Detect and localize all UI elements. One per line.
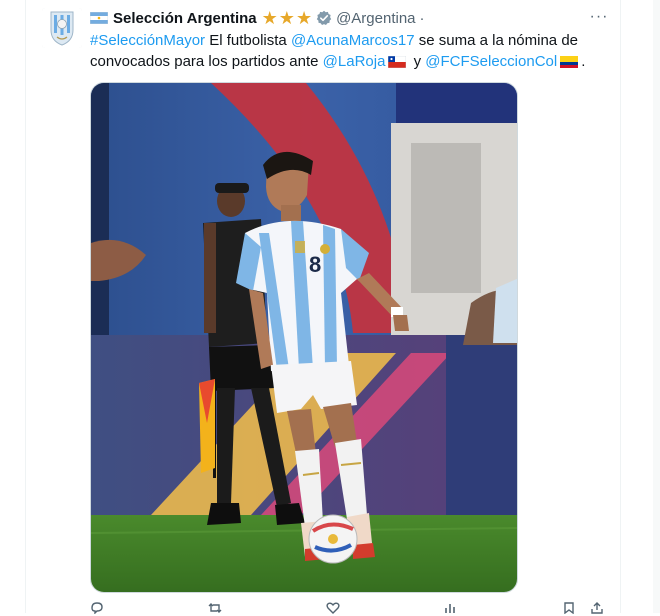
timeline-divider-left — [25, 0, 26, 613]
views-icon — [445, 604, 455, 613]
star-icon: ★ — [261, 8, 278, 28]
mention-player-link[interactable]: @AcunaMarcos17 — [291, 32, 415, 49]
author-handle[interactable]: @Argentina — [336, 10, 415, 27]
like-icon — [326, 602, 340, 614]
star-icon: ★ — [295, 8, 313, 28]
reply-button[interactable] — [90, 602, 112, 614]
retweet-icon — [208, 603, 222, 613]
bookmark-button[interactable] — [562, 602, 584, 614]
timeline-divider-right — [620, 0, 621, 613]
reply-icon — [91, 602, 103, 614]
mention-chile-link[interactable]: @LaRoja — [323, 53, 386, 70]
author-display-name[interactable]: Selección Argentina — [113, 10, 257, 27]
colombia-flag-icon — [560, 56, 579, 68]
hashtag-link[interactable]: #SelecciónMayor — [90, 32, 205, 49]
tweet-header: Selección Argentina ★ ★ ★ @Argentina · — [90, 8, 425, 28]
adjacent-column-edge — [653, 0, 660, 613]
more-options-button[interactable]: ··· — [588, 8, 610, 28]
star-icon: ★ — [278, 8, 295, 28]
avatar[interactable] — [42, 8, 82, 48]
like-button[interactable] — [326, 602, 348, 614]
bookmark-icon — [564, 602, 574, 614]
tweet-text: #SelecciónMayor El futbolista @AcunaMarc… — [90, 30, 610, 72]
afa-crest-icon — [42, 8, 82, 48]
star-badges: ★ ★ ★ — [262, 9, 313, 27]
tweet-card[interactable]: Selección Argentina ★ ★ ★ @Argentina · ·… — [0, 0, 660, 616]
verified-badge-icon[interactable] — [316, 10, 332, 26]
text-segment: y — [409, 53, 426, 70]
header-separator: · — [419, 9, 425, 27]
player-photo: 8 — [91, 83, 517, 592]
argentina-flag-icon — [90, 12, 108, 24]
shirt-number: 8 — [309, 252, 321, 277]
tweet-action-bar — [90, 602, 610, 616]
share-icon — [591, 602, 603, 614]
views-button[interactable] — [444, 602, 466, 614]
share-button[interactable] — [590, 602, 612, 614]
text-segment: El futbolista — [205, 32, 291, 49]
tweet-media-photo[interactable]: 8 — [90, 82, 518, 593]
retweet-button[interactable] — [208, 602, 230, 614]
text-segment: . — [581, 53, 586, 70]
chile-flag-icon — [388, 56, 407, 68]
mention-colombia-link[interactable]: @FCFSeleccionCol — [425, 53, 557, 70]
